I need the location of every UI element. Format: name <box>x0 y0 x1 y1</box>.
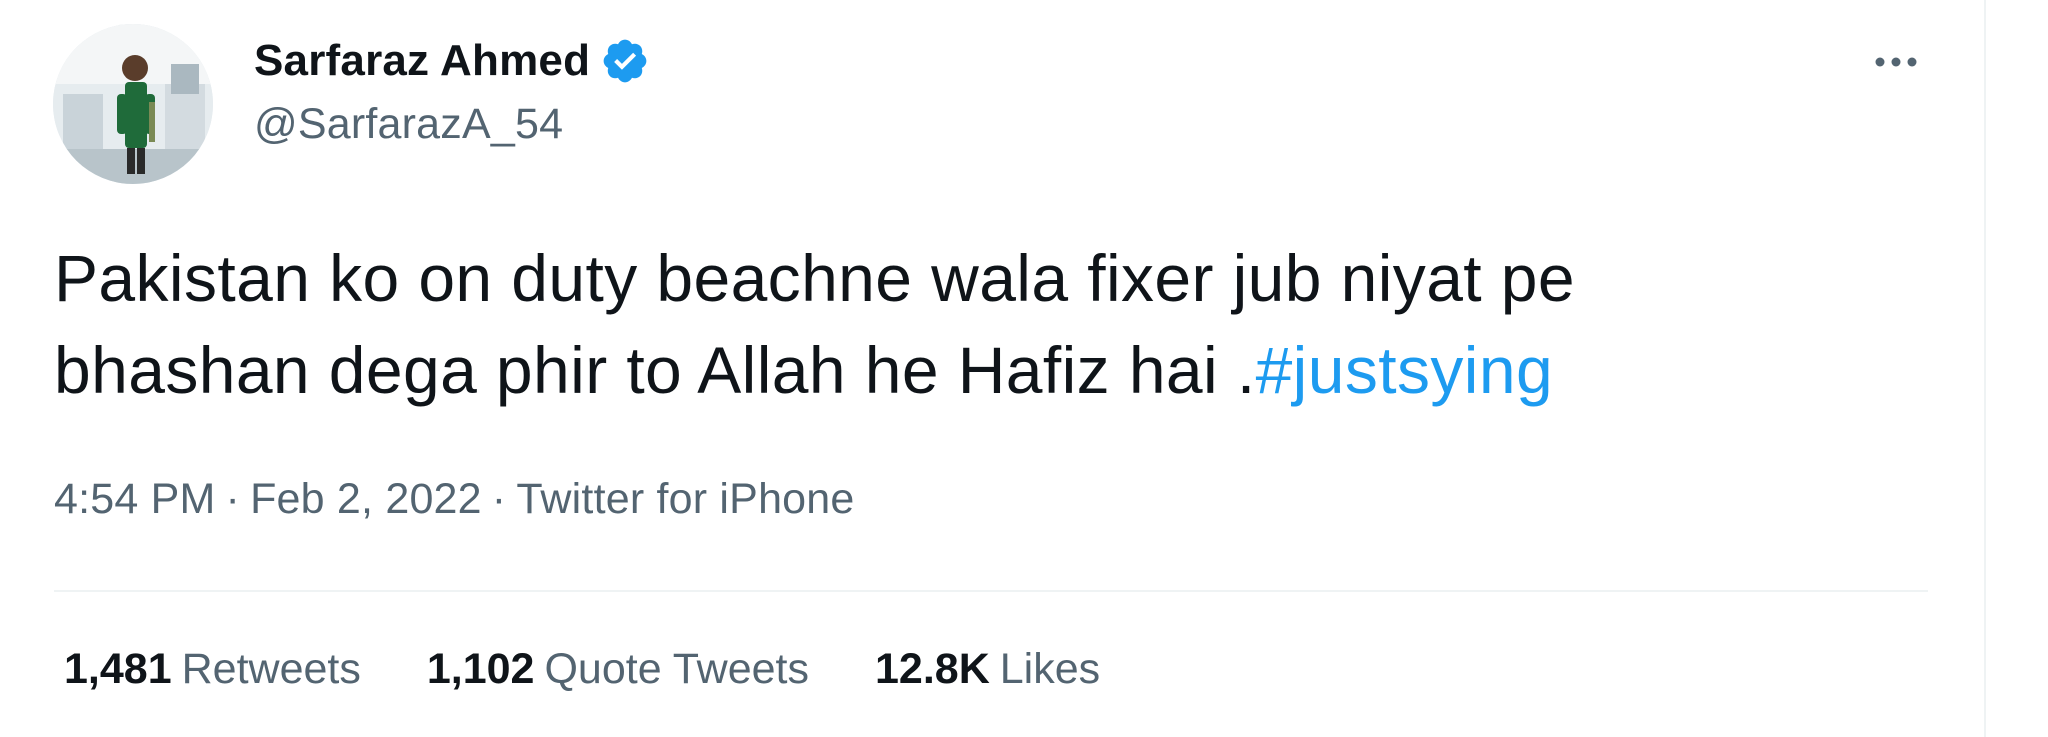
tweet-source[interactable]: Twitter for iPhone <box>516 475 854 523</box>
tweet-time[interactable]: 4:54 PM <box>54 475 216 523</box>
likes-stat[interactable]: 12.8K Likes <box>875 645 1100 694</box>
quote-tweets-stat[interactable]: 1,102 Quote Tweets <box>427 645 809 694</box>
verified-badge-icon <box>600 36 650 86</box>
tweet-stats: 1,481 Retweets 1,102 Quote Tweets 12.8K Lik… <box>64 645 1166 694</box>
quote-tweets-label: Quote Tweets <box>544 645 809 693</box>
tweet-text-line-2-body: bhashan dega phir to Allah he Hafiz hai … <box>54 333 1256 407</box>
likes-count: 12.8K <box>875 645 990 693</box>
more-options-button[interactable] <box>1866 42 1926 82</box>
tweet-meta: 4:54 PM · Feb 2, 2022 · Twitter for iPhone <box>54 475 855 524</box>
tweet-author: Sarfaraz Ahmed @SarfarazA_54 <box>254 30 650 149</box>
retweets-count: 1,481 <box>64 645 172 693</box>
author-name-row: Sarfaraz Ahmed <box>254 30 650 92</box>
divider <box>54 590 1928 592</box>
avatar[interactable] <box>53 24 213 184</box>
tweet-text: Pakistan ko on duty beachne wala fixer j… <box>54 232 1934 416</box>
author-display-name[interactable]: Sarfaraz Ahmed <box>254 36 590 86</box>
tweet-text-line-2: bhashan dega phir to Allah he Hafiz hai … <box>54 324 1934 416</box>
tweet-text-line-1: Pakistan ko on duty beachne wala fixer j… <box>54 241 1575 315</box>
quote-tweets-count: 1,102 <box>426 645 535 693</box>
meta-separator: · <box>491 475 507 523</box>
column-border <box>1984 0 1986 737</box>
retweets-stat[interactable]: 1,481 Retweets <box>64 645 361 694</box>
avatar-image <box>53 24 213 184</box>
hashtag-link[interactable]: #justsying <box>1256 333 1554 407</box>
meta-separator: · <box>225 475 241 523</box>
tweet-card: Sarfaraz Ahmed @SarfarazA_54 Pakistan ko… <box>0 0 1984 737</box>
retweets-label: Retweets <box>181 645 361 693</box>
author-handle[interactable]: @SarfarazA_54 <box>254 100 650 149</box>
tweet-date[interactable]: Feb 2, 2022 <box>250 475 482 523</box>
likes-label: Likes <box>999 645 1101 693</box>
more-options-icon <box>1875 57 1917 67</box>
